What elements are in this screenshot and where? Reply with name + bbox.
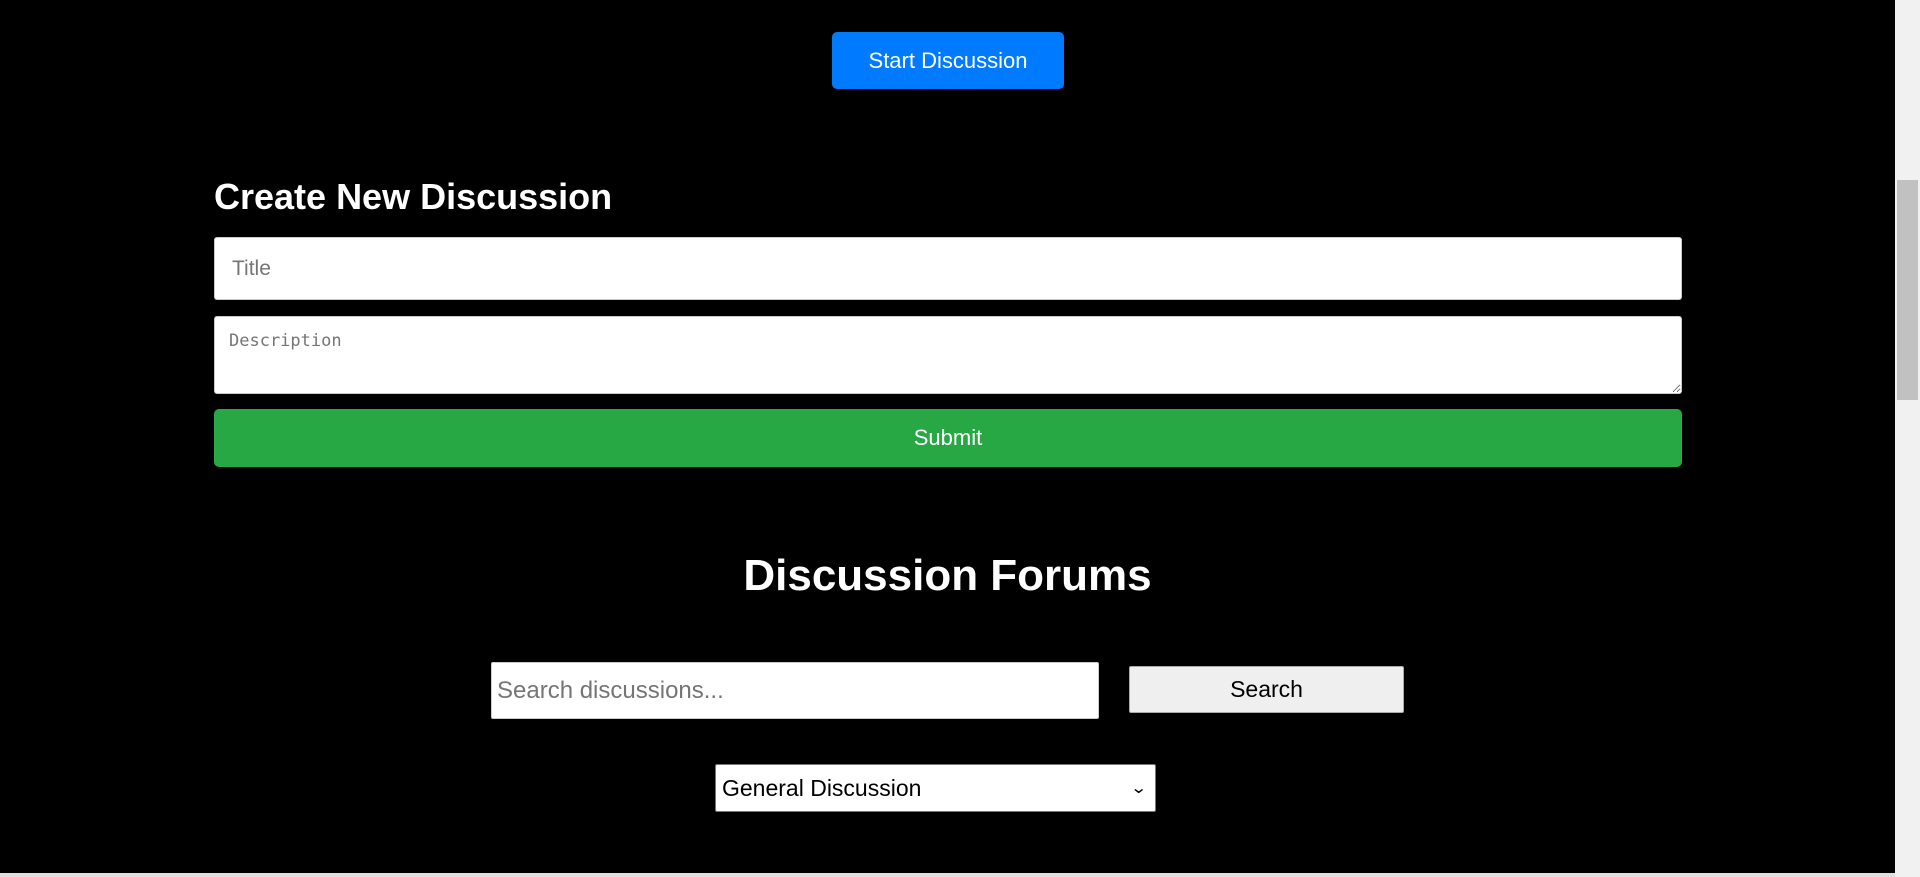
search-button[interactable]: Search — [1129, 666, 1404, 713]
category-select-value: General Discussion — [722, 774, 922, 801]
discussion-forums-heading: Discussion Forums — [743, 551, 1152, 600]
create-discussion-heading: Create New Discussion — [214, 176, 613, 217]
browser-viewport: Start Discussion Create New Discussion S… — [0, 0, 1920, 877]
category-select[interactable]: General Discussion ⌄ — [715, 764, 1156, 812]
search-discussions-input[interactable] — [491, 662, 1099, 719]
start-discussion-button[interactable]: Start Discussion — [832, 32, 1064, 89]
bottom-edge — [0, 873, 1895, 877]
scrollbar-thumb[interactable] — [1897, 180, 1918, 400]
page-content: Start Discussion Create New Discussion S… — [0, 0, 1895, 877]
submit-discussion-button[interactable]: Submit — [214, 409, 1682, 467]
discussion-title-input[interactable] — [214, 237, 1682, 300]
vertical-scrollbar[interactable] — [1895, 0, 1920, 877]
discussion-description-textarea[interactable] — [214, 316, 1682, 394]
chevron-down-icon: ⌄ — [1129, 780, 1148, 797]
